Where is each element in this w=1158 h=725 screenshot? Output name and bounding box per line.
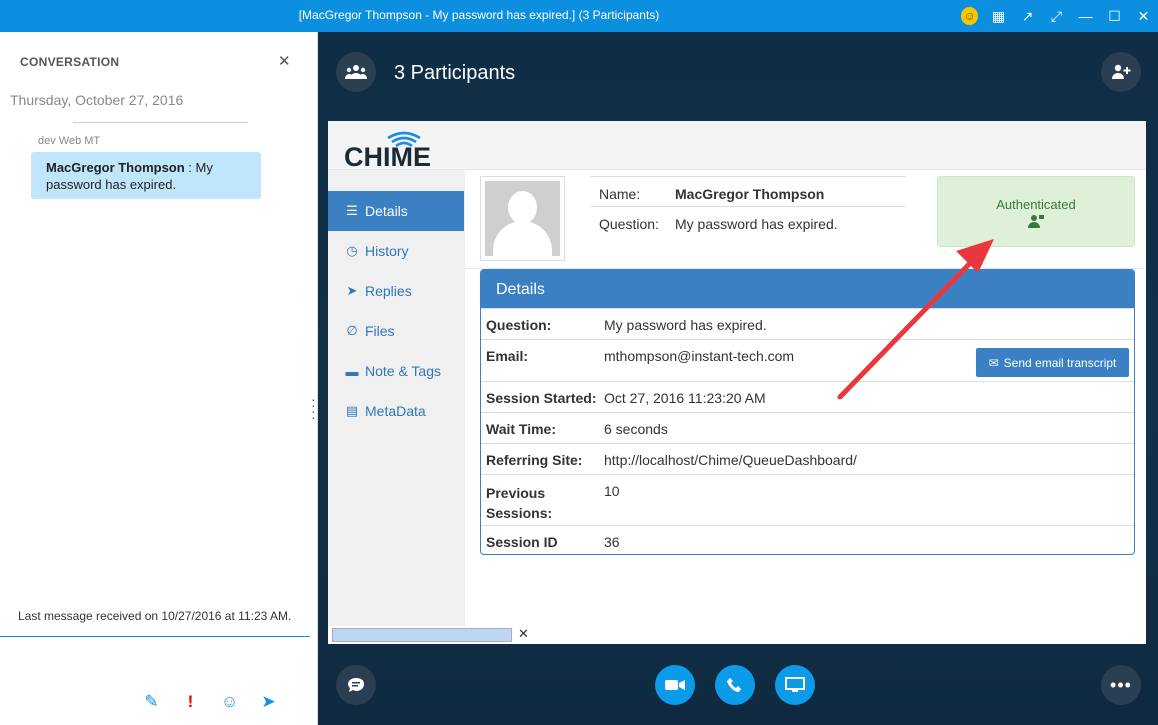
participants-icon[interactable] xyxy=(336,52,376,92)
paperclip-icon: ∅ xyxy=(346,323,358,338)
row-key: Question: xyxy=(486,317,552,333)
sidebar-item-label: Note & Tags xyxy=(365,363,442,379)
chime-logo: CHIME xyxy=(344,126,444,172)
annotation-arrow xyxy=(837,239,994,400)
send-icon: ➤ xyxy=(346,283,358,298)
chime-panel: CHIME ☰ Details ◷ History ➤ Replies ∅ Files … xyxy=(328,121,1146,626)
screen-share-button[interactable] xyxy=(775,665,815,705)
minimize-icon[interactable]: — xyxy=(1071,0,1100,32)
close-conversation-icon[interactable]: ✕ xyxy=(278,52,291,70)
video-call-button[interactable] xyxy=(655,665,695,705)
compose-toolbar: ✎ ! ☺ ➤ xyxy=(132,692,288,712)
conversation-header: CONVERSATION xyxy=(20,55,120,69)
sidebar-item-label: Replies xyxy=(365,283,412,299)
emoticon-picker-icon[interactable]: ☺ xyxy=(210,692,249,712)
title-bar: [MacGregor Thompson - My password has ex… xyxy=(0,0,1158,32)
emoticon-icon[interactable]: ☺ xyxy=(955,0,984,32)
date-divider xyxy=(73,122,248,123)
table-row: Session Started: Oct 27, 2016 11:23:20 A… xyxy=(481,381,1134,412)
maximize-icon[interactable]: ☐ xyxy=(1100,0,1129,32)
table-row: Question: My password has expired. xyxy=(481,308,1134,339)
sidebar-item-metadata[interactable]: ▤ MetaData xyxy=(328,391,464,431)
details-title: Details xyxy=(481,270,1134,308)
row-value: 6 seconds xyxy=(604,421,668,437)
sidebar-item-note-tags[interactable]: ▬ Note & Tags xyxy=(328,351,464,391)
row-value[interactable]: http://localhost/Chime/QueueDashboard/ xyxy=(604,452,857,468)
row-value: Oct 27, 2016 11:23:20 AM xyxy=(604,390,766,406)
authenticated-label: Authenticated xyxy=(996,197,1076,212)
sidebar-item-label: Files xyxy=(365,323,395,339)
priority-icon[interactable]: ! xyxy=(171,692,210,712)
table-row: Session ID 36 xyxy=(481,525,1134,554)
audio-call-button[interactable] xyxy=(715,665,755,705)
close-tab-icon[interactable]: ✕ xyxy=(518,626,529,642)
name-row: Name: MacGregor Thompson xyxy=(590,176,906,207)
sidebar-item-label: History xyxy=(365,243,409,259)
history-icon: ◷ xyxy=(346,243,358,258)
name-value: MacGregor Thompson xyxy=(675,186,825,202)
chat-icon[interactable] xyxy=(336,665,376,705)
question-label: Question: xyxy=(599,216,659,232)
row-key: Email: xyxy=(486,348,529,364)
conversation-date: Thursday, October 27, 2016 xyxy=(10,92,184,108)
row-key: Wait Time: xyxy=(486,421,557,437)
add-person-icon[interactable] xyxy=(1101,52,1141,92)
sidebar-item-files[interactable]: ∅ Files xyxy=(328,311,464,351)
row-key: Session Started: xyxy=(486,390,597,406)
sidebar-item-label: Details xyxy=(365,203,408,219)
comment-icon: ▬ xyxy=(345,363,359,379)
close-icon[interactable]: ✕ xyxy=(1129,0,1158,32)
sidebar-item-replies[interactable]: ➤ Replies xyxy=(328,271,464,311)
resize-handle[interactable]: · · · · xyxy=(311,392,317,424)
table-row: Wait Time: 6 seconds xyxy=(481,412,1134,443)
compose-divider xyxy=(0,636,310,637)
avatar xyxy=(480,176,565,261)
chime-logo-text: CHIME xyxy=(344,142,431,168)
name-label: Name: xyxy=(599,186,641,202)
row-key: Referring Site: xyxy=(486,452,583,468)
popout-icon[interactable]: ↗ xyxy=(1013,0,1042,32)
chime-header: CHIME xyxy=(328,121,1146,172)
message-sender: dev Web MT xyxy=(38,135,101,147)
tab-chip[interactable] xyxy=(332,628,512,642)
table-row: Previous Sessions: 10 xyxy=(481,474,1134,525)
table-row: Email: mthompson@instant-tech.com ✉ Send … xyxy=(481,339,1134,381)
sidebar-item-details[interactable]: ☰ Details xyxy=(328,191,464,231)
conversation-pane: CONVERSATION ✕ Thursday, October 27, 201… xyxy=(0,32,318,725)
fullscreen-icon[interactable]: ⤢ xyxy=(1042,0,1071,32)
contact-card-icon[interactable]: ▦ xyxy=(984,0,1013,32)
question-value: My password has expired. xyxy=(675,216,838,232)
details-panel: Details Question: My password has expire… xyxy=(480,269,1135,555)
list-icon: ☰ xyxy=(346,203,358,218)
tab-strip: ✕ xyxy=(328,626,1146,644)
row-value: 10 xyxy=(604,483,620,499)
message-bubble: MacGregor Thompson : My password has exp… xyxy=(31,152,261,199)
main-stage: 3 Participants CHIME ☰ Details ◷ History ➤… xyxy=(318,32,1158,725)
row-key: Session ID xyxy=(486,534,558,550)
title-bar-controls: ☺ ▦ ↗ ⤢ — ☐ ✕ xyxy=(955,0,1158,32)
chime-sidebar: ☰ Details ◷ History ➤ Replies ∅ Files ▬ Note … xyxy=(328,170,465,626)
row-value[interactable]: mthompson@instant-tech.com xyxy=(604,348,794,364)
more-options-icon[interactable]: ••• xyxy=(1101,665,1141,705)
send-icon[interactable]: ➤ xyxy=(249,692,288,712)
list-alt-icon: ▤ xyxy=(345,403,359,418)
sidebar-item-history[interactable]: ◷ History xyxy=(328,231,464,271)
row-value: 36 xyxy=(604,534,620,550)
row-key: Previous Sessions: xyxy=(486,485,553,521)
participants-title: 3 Participants xyxy=(394,62,516,84)
sidebar-item-label: MetaData xyxy=(365,403,426,419)
row-value: My password has expired. xyxy=(604,317,767,333)
table-row: Referring Site: http://localhost/Chime/Q… xyxy=(481,443,1134,474)
message-author: MacGregor Thompson xyxy=(46,160,185,175)
paperclip-icon[interactable]: ✎ xyxy=(132,692,171,712)
last-message-status: Last message received on 10/27/2016 at 1… xyxy=(18,609,292,623)
